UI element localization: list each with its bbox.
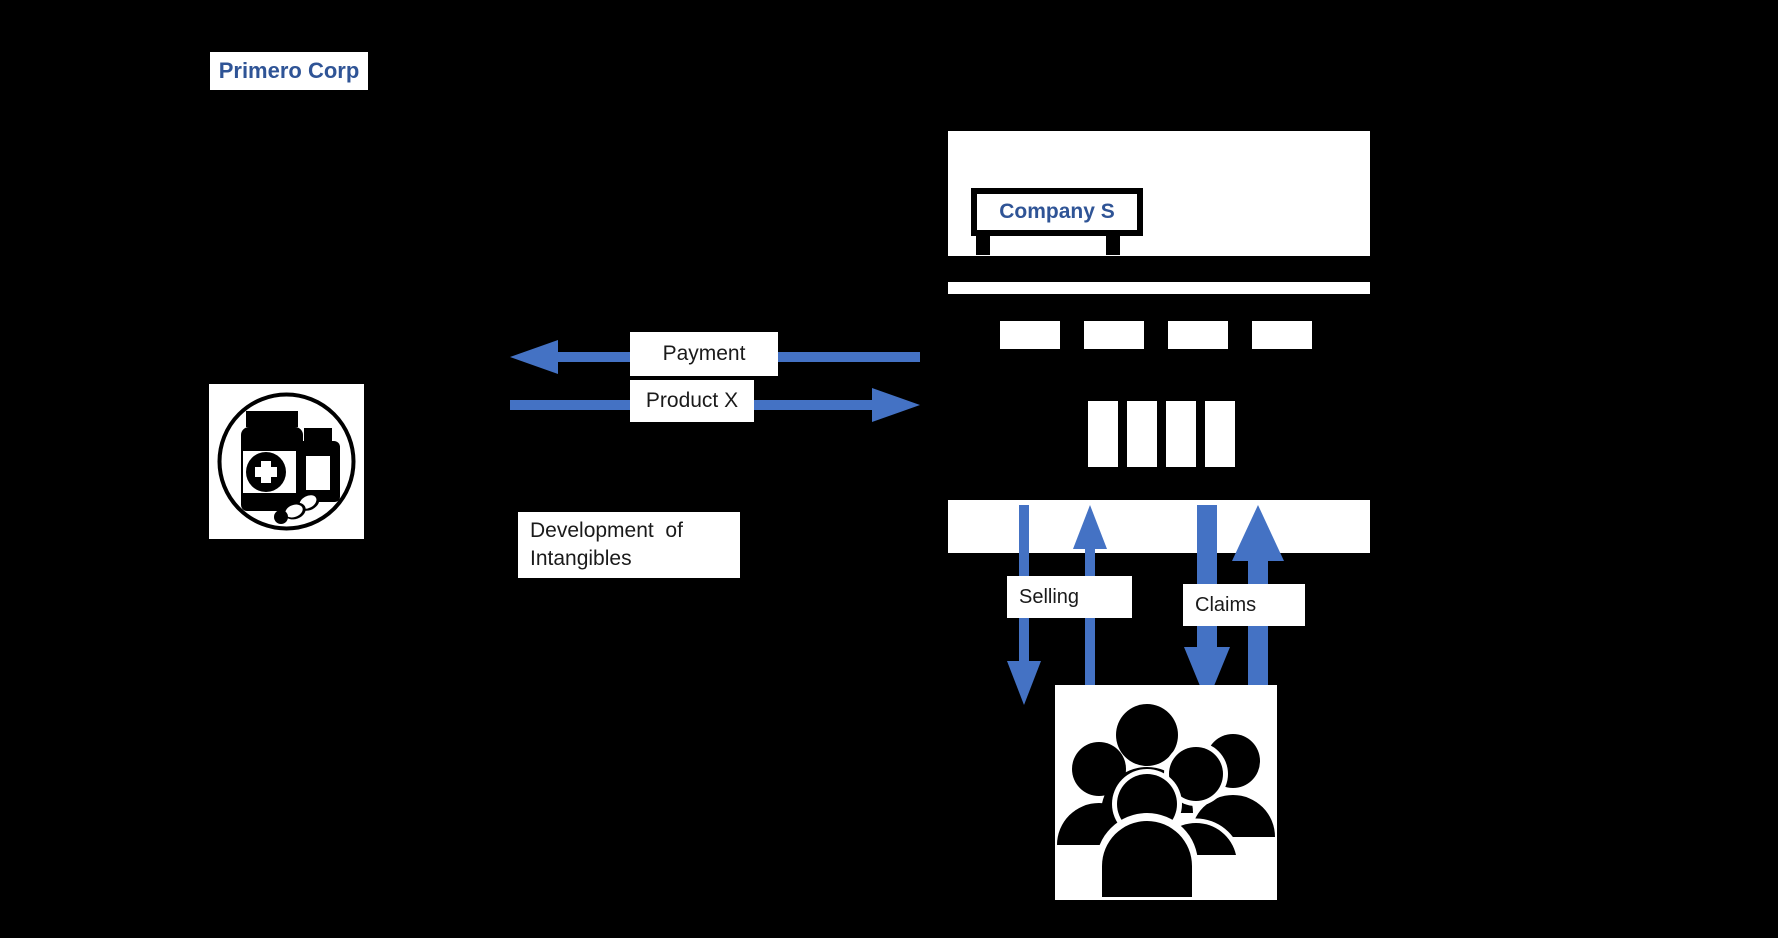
- payment-label-text: Payment: [662, 342, 746, 365]
- selling-label: Selling: [1007, 576, 1132, 618]
- product-x-label: Product X: [630, 380, 754, 422]
- development-label-line1: Development of: [530, 518, 683, 542]
- development-label-line2: Intangibles: [530, 547, 632, 570]
- payment-label: Payment: [630, 332, 778, 376]
- claims-label: Claims: [1183, 584, 1305, 626]
- claims-label-text: Claims: [1195, 593, 1257, 616]
- development-of-intangibles-label: Development of Intangibles: [518, 512, 740, 578]
- primero-corp-text: Primero Corp: [218, 58, 360, 83]
- product-x-label-text: Product X: [645, 389, 739, 412]
- group-of-people-icon: [1055, 685, 1277, 900]
- pharmaceutical-bottles-icon: [209, 384, 364, 539]
- company-s-sign: Company S: [971, 188, 1143, 236]
- primero-corp-label: Primero Corp: [210, 52, 368, 90]
- selling-label-text: Selling: [1019, 585, 1080, 608]
- diagram-canvas: Primero Corp Company S Payment Product X…: [0, 0, 1778, 938]
- company-s-text: Company S: [999, 200, 1115, 223]
